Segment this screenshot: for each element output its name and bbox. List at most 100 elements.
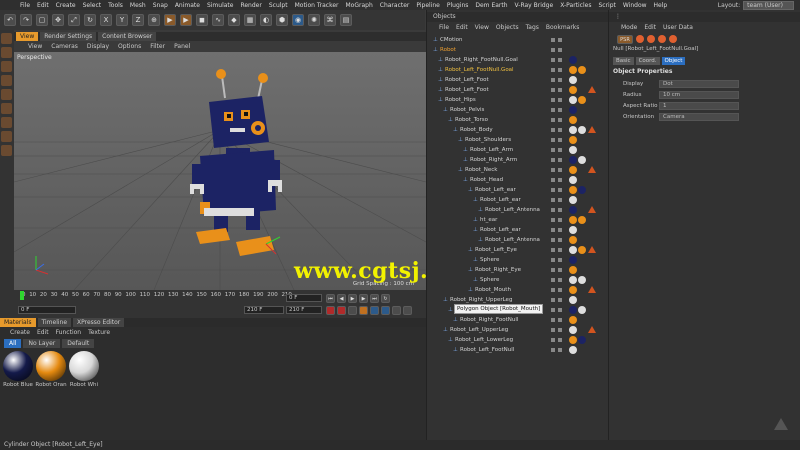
render-picture-icon[interactable]: ▶ <box>180 14 192 26</box>
material-tab-0[interactable]: Materials <box>0 318 36 327</box>
rotate-icon[interactable]: ↻ <box>84 14 96 26</box>
visibility-dot[interactable] <box>551 208 555 212</box>
scale-key-icon[interactable] <box>370 306 379 315</box>
object-row[interactable]: ⊥ Robot_Right_Arm <box>427 155 609 165</box>
attr-tag-icon-3[interactable] <box>658 35 666 43</box>
material-tag-icon[interactable] <box>569 296 577 304</box>
scene-icon[interactable]: ⬢ <box>276 14 288 26</box>
object-row[interactable]: ⊥ Robot_Left_FootNull.Goal <box>427 65 609 75</box>
render-dot[interactable] <box>558 248 562 252</box>
attr-tab-basic[interactable]: Basic <box>613 57 634 65</box>
object-row[interactable]: ⊥ Robot_Head <box>427 175 609 185</box>
object-name[interactable]: Robot_Mouth <box>475 285 511 295</box>
attr-tab-coord[interactable]: Coord. <box>635 57 660 65</box>
cube-icon[interactable]: ◼ <box>196 14 208 26</box>
layout-value[interactable]: team (User) <box>743 1 794 10</box>
menu-select[interactable]: Select <box>83 2 102 9</box>
material-tag-icon[interactable] <box>569 176 577 184</box>
material-tag-icon[interactable] <box>569 126 577 134</box>
menu-pipeline[interactable]: Pipeline <box>416 2 439 9</box>
object-name[interactable]: Robot_Pelvis <box>450 105 484 115</box>
menu-x-particles[interactable]: X-Particles <box>560 2 591 9</box>
visibility-dot[interactable] <box>551 308 555 312</box>
camera-icon[interactable]: ◉ <box>292 14 304 26</box>
visibility-dot[interactable] <box>551 278 555 282</box>
object-row[interactable]: ⊥ Robot_Mouth <box>427 285 609 295</box>
render-dot[interactable] <box>558 138 562 142</box>
object-row[interactable]: ⊥ Robot_Neck <box>427 165 609 175</box>
object-name[interactable]: Robot_Left_FootNull.Goal <box>445 65 514 75</box>
render-dot[interactable] <box>558 148 562 152</box>
attr-tag-icon-2[interactable] <box>647 35 655 43</box>
material-tag-icon[interactable] <box>569 116 577 124</box>
render-dot[interactable] <box>558 48 562 52</box>
material-tag-icon[interactable] <box>569 136 577 144</box>
attr-lock-icon[interactable]: ⋮ <box>615 13 621 20</box>
object-name[interactable]: Robot_Body <box>460 125 493 135</box>
objects-menu-edit[interactable]: Edit <box>456 23 468 33</box>
object-row[interactable]: ⊥ Sphere <box>427 255 609 265</box>
material-tag-icon[interactable] <box>569 316 577 324</box>
attr-menu-user-data[interactable]: User Data <box>663 23 693 33</box>
render-dot[interactable] <box>558 268 562 272</box>
light-icon[interactable]: ✺ <box>308 14 320 26</box>
object-name[interactable]: Robot_Hips <box>445 95 476 105</box>
array-icon[interactable]: ▦ <box>244 14 256 26</box>
axis-mode-icon[interactable] <box>1 117 12 128</box>
visibility-dot[interactable] <box>551 198 555 202</box>
viewport-menu-display[interactable]: Display <box>87 42 109 52</box>
object-row[interactable]: ⊥ Robot_Left_Arm <box>427 145 609 155</box>
param-key-icon[interactable] <box>392 306 401 315</box>
material-tag-icon[interactable] <box>578 336 586 344</box>
attr-tab-object[interactable]: Object <box>661 57 686 65</box>
objects-menu-tags[interactable]: Tags <box>526 23 539 33</box>
viewport-tab-2[interactable]: Content Browser <box>98 32 157 41</box>
render-dot[interactable] <box>558 58 562 62</box>
visibility-dot[interactable] <box>551 128 555 132</box>
material-tag-icon[interactable] <box>578 96 586 104</box>
menu-window[interactable]: Window <box>623 2 647 9</box>
object-name[interactable]: Robot_Left_ear <box>480 225 521 235</box>
material-tag-icon[interactable] <box>569 236 577 244</box>
snap-enable-icon[interactable] <box>1 145 12 156</box>
material-tab-2[interactable]: XPresso Editor <box>73 318 125 327</box>
visibility-dot[interactable] <box>551 328 555 332</box>
material-filter-0[interactable]: All <box>4 339 22 348</box>
menu-snap[interactable]: Snap <box>153 2 168 9</box>
visibility-dot[interactable] <box>551 78 555 82</box>
menu-help[interactable]: Help <box>654 2 668 9</box>
rotation-key-icon[interactable] <box>381 306 390 315</box>
object-row[interactable]: ⊥ Robot <box>427 45 609 55</box>
material-tag-icon[interactable] <box>578 216 586 224</box>
object-name[interactable]: Robot_Right_FootNull.Goal <box>445 55 518 65</box>
object-name[interactable]: Robot_Left_Arm <box>470 145 513 155</box>
objects-menu-bookmarks[interactable]: Bookmarks <box>546 23 580 33</box>
viewport-3d[interactable]: Perspective Grid Spacing : 100 cm www.cg… <box>14 52 426 290</box>
render-dot[interactable] <box>558 338 562 342</box>
redo-icon[interactable]: ↷ <box>20 14 32 26</box>
material-tag-icon[interactable] <box>569 326 577 334</box>
record-icon[interactable] <box>326 306 335 315</box>
material-menu-function[interactable]: Function <box>56 328 82 337</box>
spline-icon[interactable]: ∿ <box>212 14 224 26</box>
objects-menu-view[interactable]: View <box>475 23 489 33</box>
menu-character[interactable]: Character <box>380 2 410 9</box>
visibility-dot[interactable] <box>551 48 555 52</box>
viewport-menu-view[interactable]: View <box>28 42 42 52</box>
points-mode-icon[interactable] <box>1 75 12 86</box>
object-name[interactable]: Robot_Left_UpperLeg <box>450 325 508 335</box>
material-tag-icon[interactable] <box>569 166 577 174</box>
visibility-dot[interactable] <box>551 108 555 112</box>
viewport-menu-panel[interactable]: Panel <box>174 42 190 52</box>
material-tag-icon[interactable] <box>569 56 577 64</box>
material-tag-icon[interactable] <box>578 66 586 74</box>
render-dot[interactable] <box>558 298 562 302</box>
menu-plugins[interactable]: Plugins <box>447 2 469 9</box>
material-menu-edit[interactable]: Edit <box>37 328 49 337</box>
play-icon[interactable]: ▶ <box>348 294 357 303</box>
render-dot[interactable] <box>558 108 562 112</box>
object-name[interactable]: Robot_Neck <box>465 165 497 175</box>
visibility-dot[interactable] <box>551 258 555 262</box>
workplane-icon[interactable]: ▤ <box>340 14 352 26</box>
playhead[interactable] <box>20 291 24 300</box>
